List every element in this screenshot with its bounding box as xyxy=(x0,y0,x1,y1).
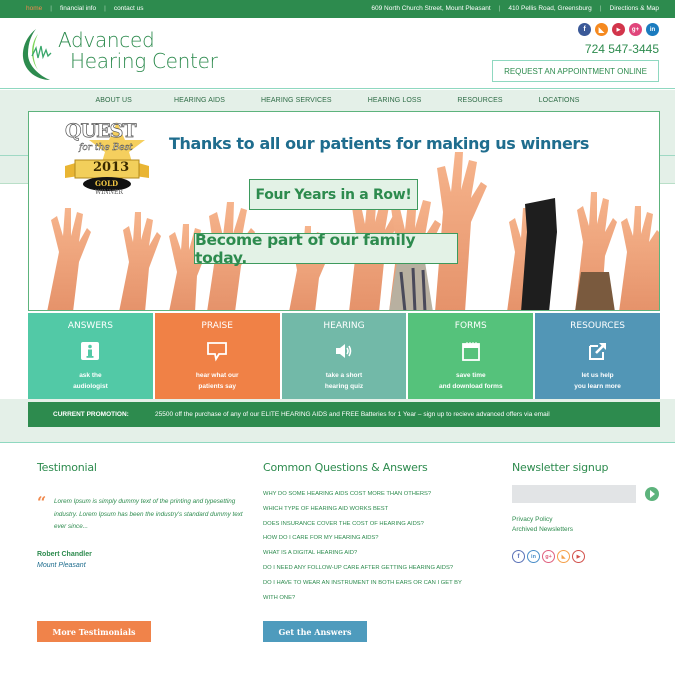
testimonial-heading: Testimonial xyxy=(37,461,97,474)
nav-hearing-aids[interactable]: HEARING AIDS xyxy=(174,97,225,109)
section-divider xyxy=(0,442,675,443)
rss-icon[interactable]: ◣ xyxy=(595,23,608,36)
tile-subtitle: ask the audiologist xyxy=(73,372,108,390)
qa-item[interactable]: DO I HAVE TO WEAR AN INSTRUMENT IN BOTH … xyxy=(263,576,493,591)
header: Advanced Hearing Center f ◣ ▶ g+ in 724 … xyxy=(0,18,675,89)
archived-newsletters-link[interactable]: Archived Newsletters xyxy=(512,525,573,535)
divider: | xyxy=(50,5,52,12)
tile-subtitle: take a short hearing quiz xyxy=(324,372,364,390)
youtube-icon[interactable]: ▶ xyxy=(572,550,585,563)
award-title: QUEST xyxy=(65,120,137,143)
nav-about-us[interactable]: ABOUT US xyxy=(96,97,132,109)
award-level: GOLD xyxy=(95,179,119,188)
tile-title: ANSWERS xyxy=(67,321,113,331)
quote-mark-icon: “ xyxy=(37,493,47,512)
calendar-form-icon xyxy=(461,342,480,361)
directions-map-link[interactable]: Directions & Map xyxy=(610,5,660,12)
top-link-financial-info[interactable]: financial info xyxy=(60,5,96,12)
logo-text: Advanced Hearing Center xyxy=(58,30,218,72)
promotion-text[interactable]: 25500 off the purchase of any of our ELI… xyxy=(155,411,550,418)
top-addresses: 609 North Church Street, Mount Pleasant … xyxy=(371,5,659,12)
address-greensburg[interactable]: 410 Pellis Road, Greensburg xyxy=(508,5,591,12)
newsletter-links: Privacy Policy Archived Newsletters xyxy=(512,515,573,535)
top-link-home[interactable]: home xyxy=(26,5,42,12)
award-subtitle: for the Best xyxy=(79,143,133,153)
more-testimonials-button[interactable]: More Testimonials xyxy=(37,621,151,642)
divider: | xyxy=(498,5,501,12)
nav-resources[interactable]: RESOURCES xyxy=(457,97,502,109)
tile-praise[interactable]: PRAISE hear what our patients say xyxy=(154,313,280,399)
qa-heading: Common Questions & Answers xyxy=(263,461,428,474)
top-bar: home | financial info | contact us 609 N… xyxy=(0,0,675,18)
facebook-icon[interactable]: f xyxy=(512,550,525,563)
speech-bubble-icon xyxy=(207,342,228,362)
testimonial-location: Mount Pleasant xyxy=(37,562,86,569)
rss-icon[interactable]: ◣ xyxy=(557,550,570,563)
hero-tagline-four-years: Four Years in a Row! xyxy=(249,179,418,210)
award-label: WINNER xyxy=(95,189,123,196)
feature-tiles: ANSWERS ask the audiologist PRAISE hear w… xyxy=(28,313,660,399)
tile-title: RESOURCES xyxy=(570,321,625,331)
hero-banner: QUEST for the Best 2013 GOLD WINNER Than… xyxy=(28,111,660,311)
qa-item[interactable]: DO I NEED ANY FOLLOW-UP CARE AFTER GETTI… xyxy=(263,561,493,576)
newsletter-heading: Newsletter signup xyxy=(512,461,609,474)
tile-forms[interactable]: FORMS save time and download forms xyxy=(408,313,534,399)
tile-answers[interactable]: ANSWERS ask the audiologist xyxy=(28,313,153,399)
header-social-icons: f ◣ ▶ g+ in xyxy=(578,23,659,36)
divider: | xyxy=(104,5,106,12)
main-nav: ABOUT US HEARING AIDS HEARING SERVICES H… xyxy=(0,97,675,109)
award-year: 2013 xyxy=(93,160,130,175)
hero-tagline-join-family[interactable]: Become part of our family today. xyxy=(194,231,458,267)
quest-for-the-best-award-badge: QUEST for the Best 2013 GOLD WINNER xyxy=(57,116,157,198)
newsletter-submit-button[interactable] xyxy=(645,487,659,501)
testimonial-text: Lorem Ipsum is simply dummy text of the … xyxy=(54,498,243,530)
tile-hearing[interactable]: HEARING take a short hearing quiz xyxy=(281,313,407,399)
qa-list: WHY DO SOME HEARING AIDS COST MORE THAN … xyxy=(263,487,493,605)
privacy-policy-link[interactable]: Privacy Policy xyxy=(512,515,573,525)
address-mount-pleasant[interactable]: 609 North Church Street, Mount Pleasant xyxy=(371,5,490,12)
google-plus-icon[interactable]: g+ xyxy=(629,23,642,36)
logo-line-2: Hearing Center xyxy=(70,49,218,73)
hero-title: Thanks to all our patients for making us… xyxy=(169,134,590,153)
qa-item[interactable]: WHICH TYPE OF HEARING AID WORKS BEST xyxy=(263,502,493,517)
nav-hearing-services[interactable]: HEARING SERVICES xyxy=(261,97,332,109)
qa-item[interactable]: HOW DO I CARE FOR MY HEARING AIDS? xyxy=(263,531,493,546)
tile-title: PRAISE xyxy=(201,321,233,331)
youtube-icon[interactable]: ▶ xyxy=(612,23,625,36)
linkedin-icon[interactable]: in xyxy=(646,23,659,36)
tile-subtitle: hear what our patients say xyxy=(195,372,239,390)
tile-title: FORMS xyxy=(454,321,487,331)
logo-mark-icon xyxy=(22,29,52,80)
divider: | xyxy=(599,5,602,12)
tile-subtitle: save time and download forms xyxy=(439,372,503,390)
promotion-label: CURRENT PROMOTION: xyxy=(53,411,129,418)
linkedin-icon[interactable]: in xyxy=(527,550,540,563)
info-icon xyxy=(81,342,100,360)
request-appointment-button[interactable]: REQUEST AN APPOINTMENT ONLINE xyxy=(492,60,659,82)
google-plus-icon[interactable]: g+ xyxy=(542,550,555,563)
qa-item[interactable]: WITH ONE? xyxy=(263,591,493,606)
external-link-icon xyxy=(588,343,606,360)
facebook-icon[interactable]: f xyxy=(578,23,591,36)
testimonial-author: Robert Chandler xyxy=(37,551,92,558)
promotion-bar: CURRENT PROMOTION: 25500 off the purchas… xyxy=(28,402,660,427)
top-links: home | financial info | contact us xyxy=(26,5,143,12)
qa-item[interactable]: WHAT IS A DIGITAL HEARING AID? xyxy=(263,546,493,561)
newsletter-email-input[interactable] xyxy=(512,485,636,503)
top-link-contact-us[interactable]: contact us xyxy=(114,5,144,12)
qa-item[interactable]: DOES INSURANCE COVER THE COST OF HEARING… xyxy=(263,517,493,532)
phone-number[interactable]: 724 547-3445 xyxy=(585,42,659,56)
tile-title: HEARING xyxy=(323,321,365,331)
speaker-icon xyxy=(335,344,352,358)
nav-locations[interactable]: LOCATIONS xyxy=(539,97,580,109)
footer-social-icons: f in g+ ◣ ▶ xyxy=(512,550,585,563)
qa-item[interactable]: WHY DO SOME HEARING AIDS COST MORE THAN … xyxy=(263,487,493,502)
get-the-answers-button[interactable]: Get the Answers xyxy=(263,621,367,642)
logo[interactable]: Advanced Hearing Center xyxy=(18,26,218,82)
nav-hearing-loss[interactable]: HEARING LOSS xyxy=(368,97,422,109)
tile-resources[interactable]: RESOURCES let us help you learn more xyxy=(535,313,660,399)
tile-subtitle: let us help you learn more xyxy=(574,372,621,390)
